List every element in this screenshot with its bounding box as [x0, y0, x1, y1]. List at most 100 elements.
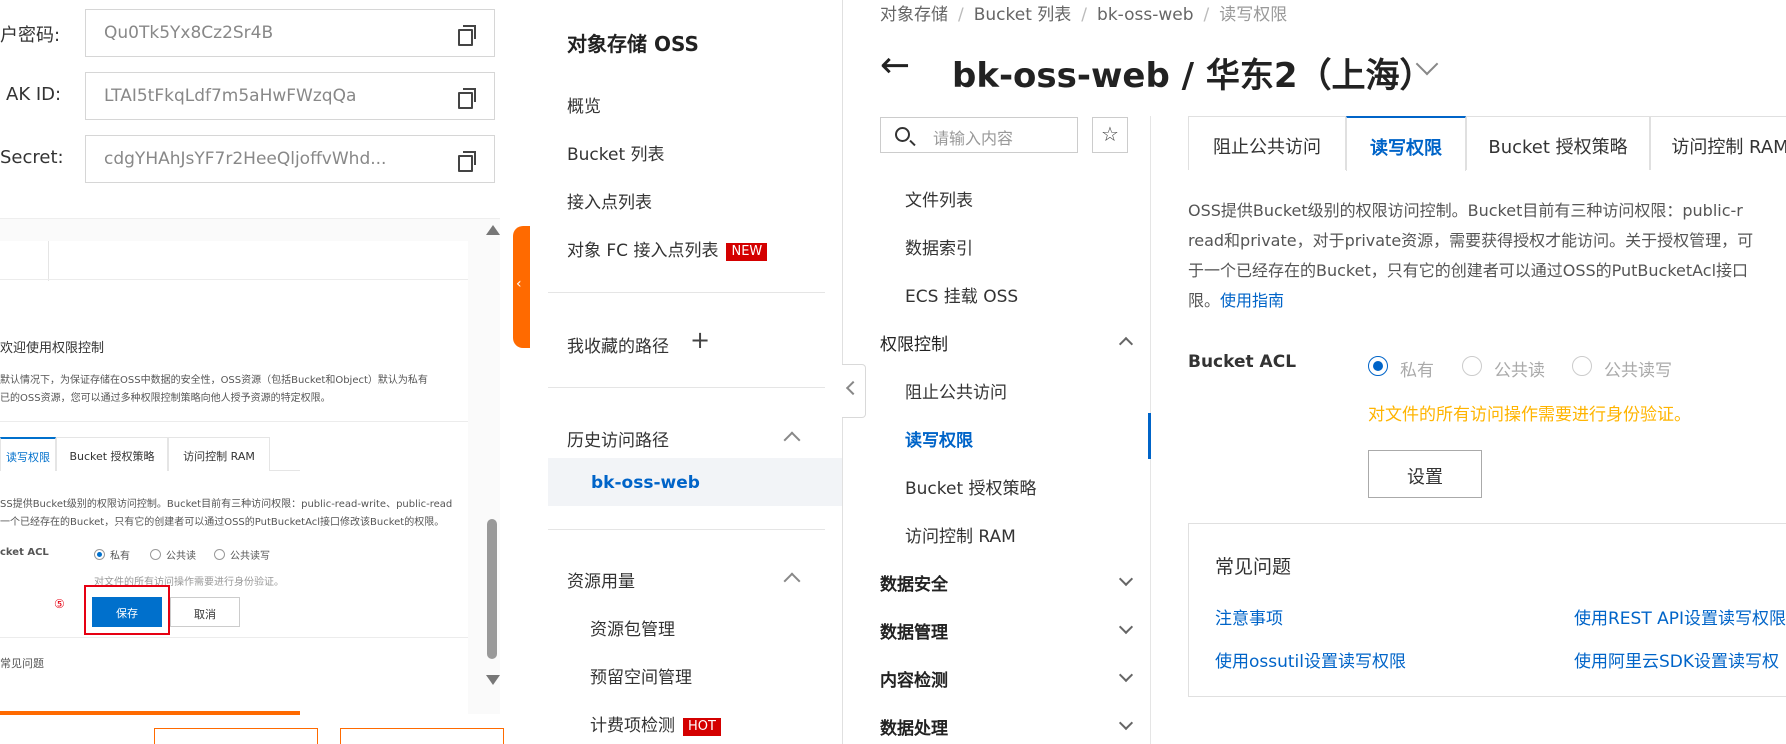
nav-item-ram[interactable]: 访问控制 RAM — [905, 522, 1016, 547]
secret-field[interactable]: cdgYHAhJsYF7r2HeeQljoffvWhd... — [85, 135, 495, 183]
credential-row-secret: Secret: cdgYHAhJsYF7r2HeeQljoffvWhd... — [0, 135, 495, 183]
nav-group-content-detection[interactable]: 内容检测 — [880, 666, 948, 691]
sidebar-item-resource-packages[interactable]: 资源包管理 — [590, 615, 675, 640]
sidebar-item-favorites[interactable]: 我收藏的路径 — [567, 332, 669, 357]
description-line: OSS提供Bucket级别的权限访问控制。Bucket目前有三种访问权限：pub… — [1188, 201, 1743, 220]
panel-collapse-tab[interactable]: ‹ — [513, 226, 531, 348]
sidebar-item-billing-check[interactable]: 计费项检测 HOT — [590, 711, 721, 736]
tab-rw-permission[interactable]: 读写权限 — [1346, 116, 1466, 171]
chevron-down-icon[interactable] — [1118, 667, 1134, 683]
ak-id-value: LTAI5tFkqLdf7m5aHwFWzqQa — [104, 86, 357, 106]
breadcrumb-item[interactable]: bk-oss-web — [1097, 5, 1194, 25]
copy-icon[interactable] — [458, 88, 476, 109]
new-badge: NEW — [726, 243, 768, 261]
chevron-left-icon: ‹ — [516, 276, 522, 292]
password-field[interactable]: Qu0Tk5Yx8Cz2Sr4B — [85, 9, 495, 57]
plus-icon[interactable]: + — [690, 326, 710, 354]
tutorial-intro: 默认情况下，为保证存储在OSS中数据的安全性，OSS资源（包括Bucket和Ob… — [0, 375, 428, 386]
faq-link-sdk[interactable]: 使用阿里云SDK设置读写权 — [1574, 647, 1779, 672]
radio-label-private: 私有 — [1400, 361, 1434, 381]
scroll-down-icon[interactable] — [486, 675, 500, 685]
chevron-down-icon[interactable] — [1118, 715, 1134, 731]
copy-icon[interactable] — [458, 25, 476, 46]
permission-tabs: 阻止公共访问 读写权限 Bucket 授权策略 访问控制 RAM — [1188, 116, 1786, 171]
divider — [548, 529, 825, 530]
tab-bucket-policy[interactable]: Bucket 授权策略 — [1466, 116, 1650, 170]
nav-group-data-management[interactable]: 数据管理 — [880, 618, 948, 643]
nav-item-bucket-policy[interactable]: Bucket 授权策略 — [905, 474, 1037, 499]
nav-group-permission[interactable]: 权限控制 — [880, 330, 948, 355]
nav-item-ecs-mount[interactable]: ECS 挂载 OSS — [905, 282, 1018, 307]
faq-link-ossutil[interactable]: 使用ossutil设置读写权限 — [1215, 647, 1406, 672]
radio-public-read[interactable] — [1462, 356, 1482, 376]
sidebar-item-access-points[interactable]: 接入点列表 — [567, 188, 652, 213]
next-button[interactable] — [340, 728, 504, 744]
sidebar-item-label: 对象 FC 接入点列表 — [567, 241, 719, 261]
breadcrumb-separator: / — [1203, 5, 1210, 25]
nav-group-data-security[interactable]: 数据安全 — [880, 570, 948, 595]
previous-button[interactable] — [154, 728, 318, 744]
favorite-button[interactable]: ☆ — [1092, 117, 1128, 153]
tutorial-desc: SS提供Bucket级别的权限访问控制。Bucket目前有三种访问权限：publ… — [0, 499, 453, 510]
credential-row-password: 户密码: Qu0Tk5Yx8Cz2Sr4B — [0, 9, 495, 57]
ak-id-field[interactable]: LTAI5tFkqLdf7m5aHwFWzqQa — [85, 72, 495, 120]
secret-value: cdgYHAhJsYF7r2HeeQljoffvWhd... — [104, 149, 387, 169]
divider — [548, 292, 825, 293]
nav-item-file-list[interactable]: 文件列表 — [905, 186, 973, 211]
faq-link-rest-api[interactable]: 使用REST API设置读写权限 — [1574, 604, 1786, 629]
chevron-up-icon[interactable] — [1118, 336, 1134, 352]
tutorial-intro: 已的OSS资源，您可以通过多种权限控制策略向他人授予资源的特定权限。 — [0, 393, 331, 404]
chevron-down-icon[interactable] — [1118, 619, 1134, 635]
tab-ram[interactable]: 访问控制 RAM — [1650, 116, 1786, 170]
breadcrumb: 对象存储 / Bucket 列表 / bk-oss-web / 读写权限 — [880, 0, 1287, 25]
chevron-down-icon[interactable] — [1118, 571, 1134, 587]
tutorial-screenshot: 欢迎使用权限控制 默认情况下，为保证存储在OSS中数据的安全性，OSS资源（包括… — [0, 218, 500, 714]
tutorial-option: 公共读写 — [230, 551, 270, 562]
search-icon — [895, 127, 910, 142]
radio-label-public-read-write: 公共读写 — [1604, 361, 1672, 381]
back-arrow-icon[interactable]: ← — [880, 48, 910, 84]
breadcrumb-item[interactable]: Bucket 列表 — [974, 5, 1072, 25]
nav-item-rw-permission[interactable]: 读写权限 — [905, 426, 973, 451]
tutorial-panel: 户密码: Qu0Tk5Yx8Cz2Sr4B AK ID: LTAI5tFkqLd… — [0, 0, 530, 744]
tutorial-option: 公共读 — [166, 551, 196, 562]
search-input[interactable]: 请输入内容 — [880, 117, 1078, 153]
sidebar-group-resources[interactable]: 资源用量 — [567, 567, 635, 592]
radio-public-read-write[interactable] — [1572, 356, 1592, 376]
sidebar-item-fc-access-points[interactable]: 对象 FC 接入点列表 NEW — [567, 236, 768, 261]
scroll-up-icon[interactable] — [486, 225, 500, 235]
description-line: read和private，对于private资源，需要获得授权才能访问。关于授权… — [1188, 231, 1754, 250]
breadcrumb-item[interactable]: 对象存储 — [880, 5, 948, 25]
sidebar-collapse-button[interactable] — [842, 364, 866, 418]
password-value: Qu0Tk5Yx8Cz2Sr4B — [104, 23, 274, 43]
nav-group-data-processing[interactable]: 数据处理 — [880, 714, 948, 739]
faq-link-notes[interactable]: 注意事项 — [1215, 604, 1283, 629]
star-icon: ☆ — [1101, 122, 1119, 146]
chevron-up-icon[interactable] — [783, 431, 801, 449]
tutorial-image: 欢迎使用权限控制 默认情况下，为保证存储在OSS中数据的安全性，OSS资源（包括… — [0, 241, 468, 714]
sidebar-group-history[interactable]: 历史访问路径 — [567, 426, 669, 451]
tab-block-public[interactable]: 阻止公共访问 — [1188, 116, 1346, 170]
permission-description: OSS提供Bucket级别的权限访问控制。Bucket目前有三种访问权限：pub… — [1188, 196, 1786, 316]
divider — [48, 241, 49, 281]
copy-icon[interactable] — [458, 151, 476, 172]
set-button[interactable]: 设置 — [1368, 450, 1482, 498]
nav-item-block-public[interactable]: 阻止公共访问 — [905, 378, 1007, 403]
sidebar-item-reserved-space[interactable]: 预留空间管理 — [590, 663, 692, 688]
scrollbar[interactable] — [484, 219, 500, 685]
sidebar-item-overview[interactable]: 概览 — [567, 92, 601, 117]
guide-link[interactable]: 使用指南 — [1220, 291, 1284, 310]
divider — [0, 637, 468, 638]
faq-card: 常见问题 注意事项 使用REST API设置读写权限 使用ossutil设置读写… — [1188, 523, 1786, 697]
chevron-up-icon[interactable] — [783, 572, 801, 590]
tutorial-title: 欢迎使用权限控制 — [0, 341, 105, 356]
breadcrumb-separator: / — [958, 5, 964, 25]
tutorial-radio — [150, 549, 161, 560]
scroll-thumb[interactable] — [487, 519, 497, 659]
progress-bar — [0, 711, 300, 715]
nav-item-data-index[interactable]: 数据索引 — [905, 234, 973, 259]
radio-private[interactable] — [1368, 356, 1388, 376]
active-indicator — [1148, 413, 1151, 459]
sidebar-item-history-bucket[interactable]: bk-oss-web — [591, 473, 700, 493]
sidebar-item-bucket-list[interactable]: Bucket 列表 — [567, 140, 665, 165]
